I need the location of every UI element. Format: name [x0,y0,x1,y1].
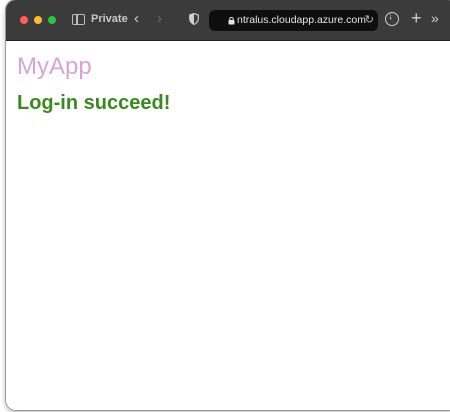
zoom-window-button[interactable] [48,16,56,24]
address-bar[interactable]: ntralus.cloudapp.azure.com ↻ [209,10,378,31]
close-window-button[interactable] [20,16,28,24]
app-brand: MyApp [17,53,92,80]
reload-icon[interactable]: ↻ [365,13,374,26]
privacy-shield-icon[interactable] [189,13,199,25]
sidebar-toggle-icon[interactable] [72,14,85,25]
new-tab-button[interactable]: + [411,8,422,29]
lock-icon [228,17,235,25]
minimize-window-button[interactable] [34,16,42,24]
back-button[interactable]: ‹ [134,11,139,27]
downloads-icon[interactable] [385,11,399,26]
browser-window: Private ‹ › ntralus.cloudapp.azure.com ↻… [6,0,450,410]
forward-button[interactable]: › [157,11,162,27]
browser-toolbar: Private ‹ › ntralus.cloudapp.azure.com ↻… [6,0,450,41]
page-content: MyApp Log-in succeed! [6,41,450,410]
login-success-message: Log-in succeed! [17,92,171,114]
more-tabs-button[interactable]: » [431,10,439,26]
url-text: ntralus.cloudapp.azure.com [237,14,366,26]
private-label: Private [91,13,128,25]
